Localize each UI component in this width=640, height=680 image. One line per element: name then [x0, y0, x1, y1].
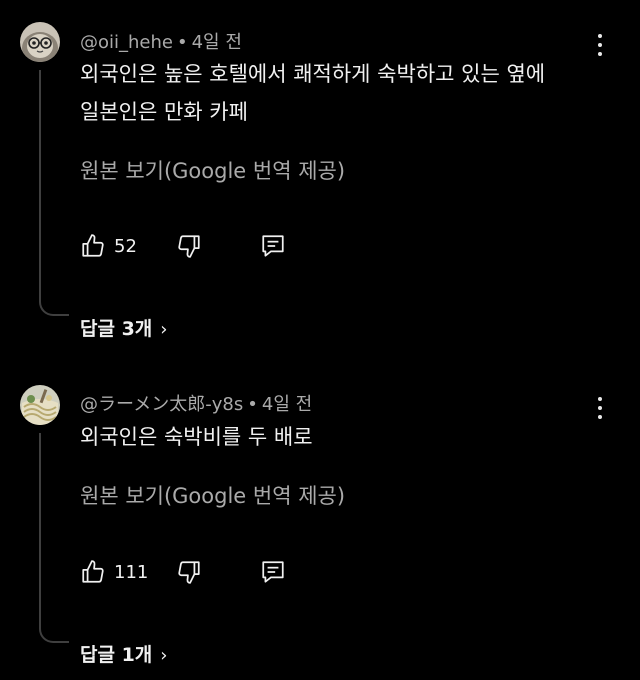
avatar-ramen-icon — [20, 385, 60, 425]
comment-actions: 111 — [80, 559, 380, 589]
avatar[interactable] — [20, 385, 60, 425]
comment-2: @ラーメン太郎-y8s • 4일 전 외국인은 숙박비를 두 배로 원본 보기(Go… — [0, 0, 640, 680]
meta-separator: • — [247, 394, 258, 415]
comment-time: 4일 전 — [261, 394, 313, 415]
view-replies-button[interactable]: 답글 1개 › — [80, 640, 167, 667]
like-count: 111 — [114, 562, 149, 583]
comment-text-line: 외국인은 숙박비를 두 배로 — [80, 425, 313, 449]
reply-icon[interactable] — [260, 559, 286, 585]
thumbs-up-icon[interactable] — [80, 559, 106, 585]
replies-label: 답글 1개 — [80, 644, 153, 666]
comment-meta: @ラーメン太郎-y8s • 4일 전 — [80, 390, 312, 416]
comment-text: 외국인은 숙박비를 두 배로 — [80, 418, 600, 456]
author-handle[interactable]: @ラーメン太郎-y8s — [80, 394, 243, 415]
chevron-right-icon: › — [160, 645, 168, 666]
see-original-link[interactable]: 원본 보기(Google 번역 제공) — [80, 480, 345, 510]
more-vert-icon — [598, 397, 602, 401]
thumbs-down-icon[interactable] — [176, 559, 202, 585]
thread-connector — [39, 433, 69, 643]
